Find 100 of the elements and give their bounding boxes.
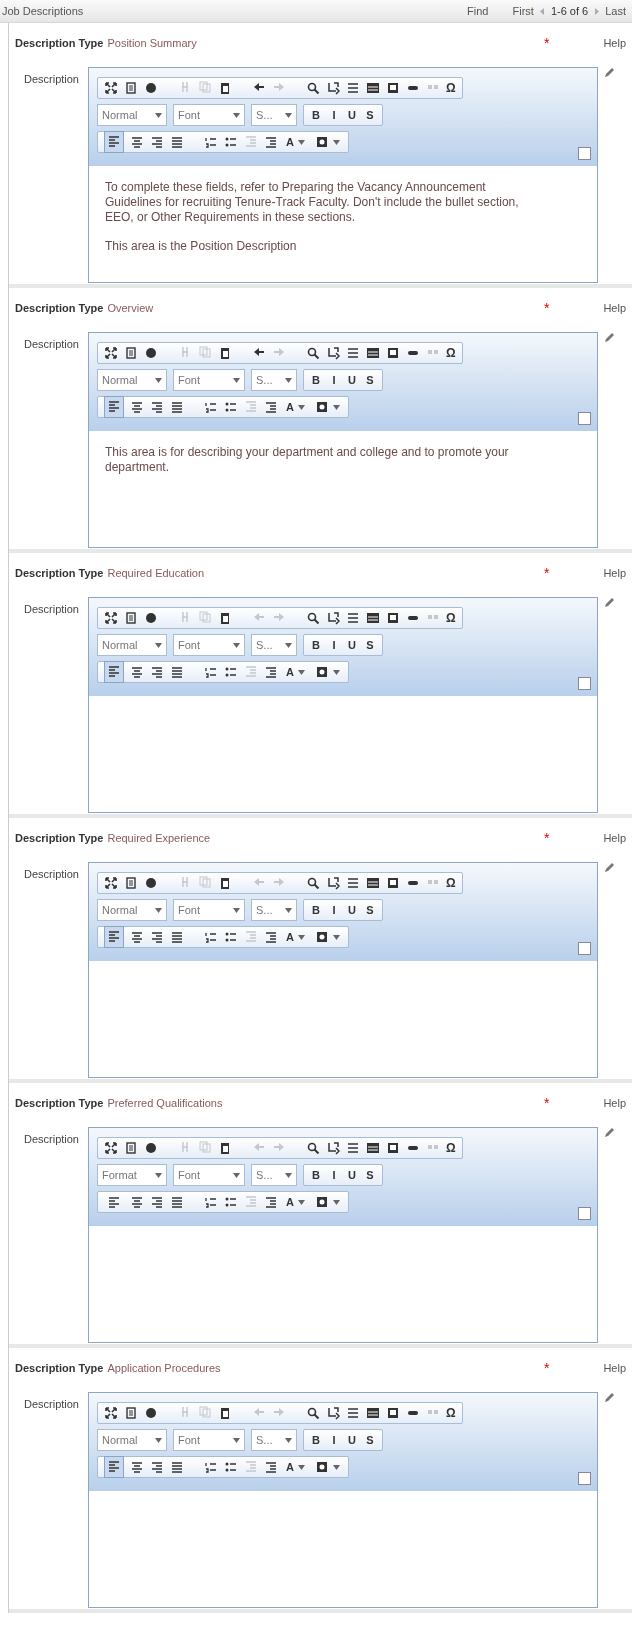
previous-arrow-icon[interactable] (537, 6, 547, 16)
font-dropdown[interactable]: Font (173, 104, 245, 126)
first-link[interactable]: First (512, 5, 534, 17)
last-link[interactable]: Last (605, 5, 626, 17)
style-button[interactable]: B (310, 639, 322, 651)
help-link[interactable]: Help (603, 832, 626, 844)
caret-icon (233, 1437, 240, 1443)
help-link[interactable]: Help (603, 1097, 626, 1109)
format-dropdown[interactable]: Normal (97, 899, 167, 921)
undo-icon (252, 1140, 266, 1154)
collapse-toolbar-button[interactable] (578, 1207, 591, 1220)
style-button[interactable]: I (328, 1434, 340, 1446)
format-dropdown[interactable]: Normal (97, 104, 167, 126)
field-label: Description Type (15, 832, 104, 844)
collapse-toolbar-button[interactable] (578, 147, 591, 160)
style-button[interactable]: I (328, 109, 340, 121)
bullet-list-icon (224, 930, 238, 944)
collapse-toolbar-button[interactable] (578, 412, 591, 425)
format-dropdown[interactable]: Normal (97, 634, 167, 656)
redo-icon (272, 1405, 286, 1419)
style-button[interactable]: S (364, 1434, 376, 1446)
pencil-icon[interactable] (604, 862, 615, 873)
find-link[interactable]: Find (467, 5, 489, 17)
style-button[interactable]: B (310, 374, 322, 386)
format-dropdown[interactable]: Normal (97, 369, 167, 391)
help-link[interactable]: Help (603, 302, 626, 314)
special-character-button[interactable]: Ω (446, 346, 456, 360)
style-button[interactable]: U (346, 904, 358, 916)
copy-icon (198, 80, 212, 94)
format-dropdown[interactable]: Format (97, 1164, 167, 1186)
pencil-icon[interactable] (604, 67, 615, 78)
style-button[interactable]: B (310, 109, 322, 121)
paste-icon (218, 611, 232, 625)
rich-text-editor[interactable]: Ω Normal Font S... B I U S A (88, 1392, 598, 1608)
help-link[interactable]: Help (603, 1362, 626, 1374)
indent-icon (264, 400, 278, 414)
rich-text-editor[interactable]: Ω Normal Font S... B I U S A This area is for describing your department and college and to promote your department. (88, 332, 598, 548)
style-button[interactable]: U (346, 1169, 358, 1181)
size-dropdown[interactable]: S... (251, 1429, 297, 1451)
collapse-toolbar-button[interactable] (578, 1472, 591, 1485)
text-color-button[interactable]: A (284, 401, 307, 413)
indent-icon (264, 930, 278, 944)
pencil-icon[interactable] (604, 332, 615, 343)
size-dropdown[interactable]: S... (251, 369, 297, 391)
style-button[interactable]: B (310, 1434, 322, 1446)
text-color-button[interactable]: A (284, 1196, 307, 1208)
rich-text-editor[interactable]: Ω Format Font S... B I U S A (88, 1127, 598, 1343)
style-button[interactable]: S (364, 374, 376, 386)
caret-icon (332, 1464, 340, 1470)
style-button[interactable]: S (364, 904, 376, 916)
text-color-button[interactable]: A (284, 1461, 307, 1473)
collapse-toolbar-button[interactable] (578, 942, 591, 955)
style-button[interactable]: U (346, 639, 358, 651)
style-button[interactable]: I (328, 374, 340, 386)
size-dropdown[interactable]: S... (251, 634, 297, 656)
rich-text-editor[interactable]: Ω Normal Font S... B I U S A (88, 597, 598, 813)
font-dropdown[interactable]: Font (173, 369, 245, 391)
pencil-icon[interactable] (604, 1127, 615, 1138)
special-character-button[interactable]: Ω (446, 1406, 456, 1420)
style-button[interactable]: U (346, 109, 358, 121)
style-button[interactable]: S (364, 639, 376, 651)
pencil-icon[interactable] (604, 597, 615, 608)
font-dropdown[interactable]: Font (173, 1164, 245, 1186)
style-button[interactable]: B (310, 904, 322, 916)
style-button[interactable]: I (328, 1169, 340, 1181)
pencil-icon[interactable] (604, 1392, 615, 1403)
style-button[interactable]: B (310, 1169, 322, 1181)
find-icon (306, 1406, 320, 1420)
help-link[interactable]: Help (603, 37, 626, 49)
font-dropdown[interactable]: Font (173, 899, 245, 921)
style-button[interactable]: S (364, 1169, 376, 1181)
bullet-list-icon (224, 1460, 238, 1474)
special-character-button[interactable]: Ω (446, 1141, 456, 1155)
text-color-button[interactable]: A (284, 931, 307, 943)
special-character-button[interactable]: Ω (446, 876, 456, 890)
paste-icon (218, 1141, 232, 1155)
size-dropdown[interactable]: S... (251, 899, 297, 921)
size-dropdown[interactable]: S... (251, 104, 297, 126)
redo-icon (272, 610, 286, 624)
outdent-icon (244, 134, 258, 148)
special-character-button[interactable]: Ω (446, 611, 456, 625)
style-button[interactable]: U (346, 1434, 358, 1446)
font-dropdown[interactable]: Font (173, 1429, 245, 1451)
font-dropdown[interactable]: Font (173, 634, 245, 656)
text-color-button[interactable]: A (284, 136, 307, 148)
rich-text-editor[interactable] (88, 67, 598, 283)
style-button[interactable]: I (328, 639, 340, 651)
help-link[interactable]: Help (603, 567, 626, 579)
size-dropdown[interactable]: S... (251, 1164, 297, 1186)
text-color-button[interactable]: A (284, 666, 307, 678)
style-button[interactable]: S (364, 109, 376, 121)
style-button[interactable]: I (328, 904, 340, 916)
format-dropdown[interactable]: Normal (97, 1429, 167, 1451)
style-button[interactable]: U (346, 374, 358, 386)
rich-text-editor[interactable]: Ω Normal Font S... B I U S A (88, 862, 598, 1078)
collapse-toolbar-button[interactable] (578, 677, 591, 690)
align-right-icon (150, 400, 164, 414)
next-arrow-icon[interactable] (592, 6, 602, 16)
special-character-button[interactable]: Ω (446, 81, 456, 95)
numbered-list-icon (204, 400, 218, 414)
